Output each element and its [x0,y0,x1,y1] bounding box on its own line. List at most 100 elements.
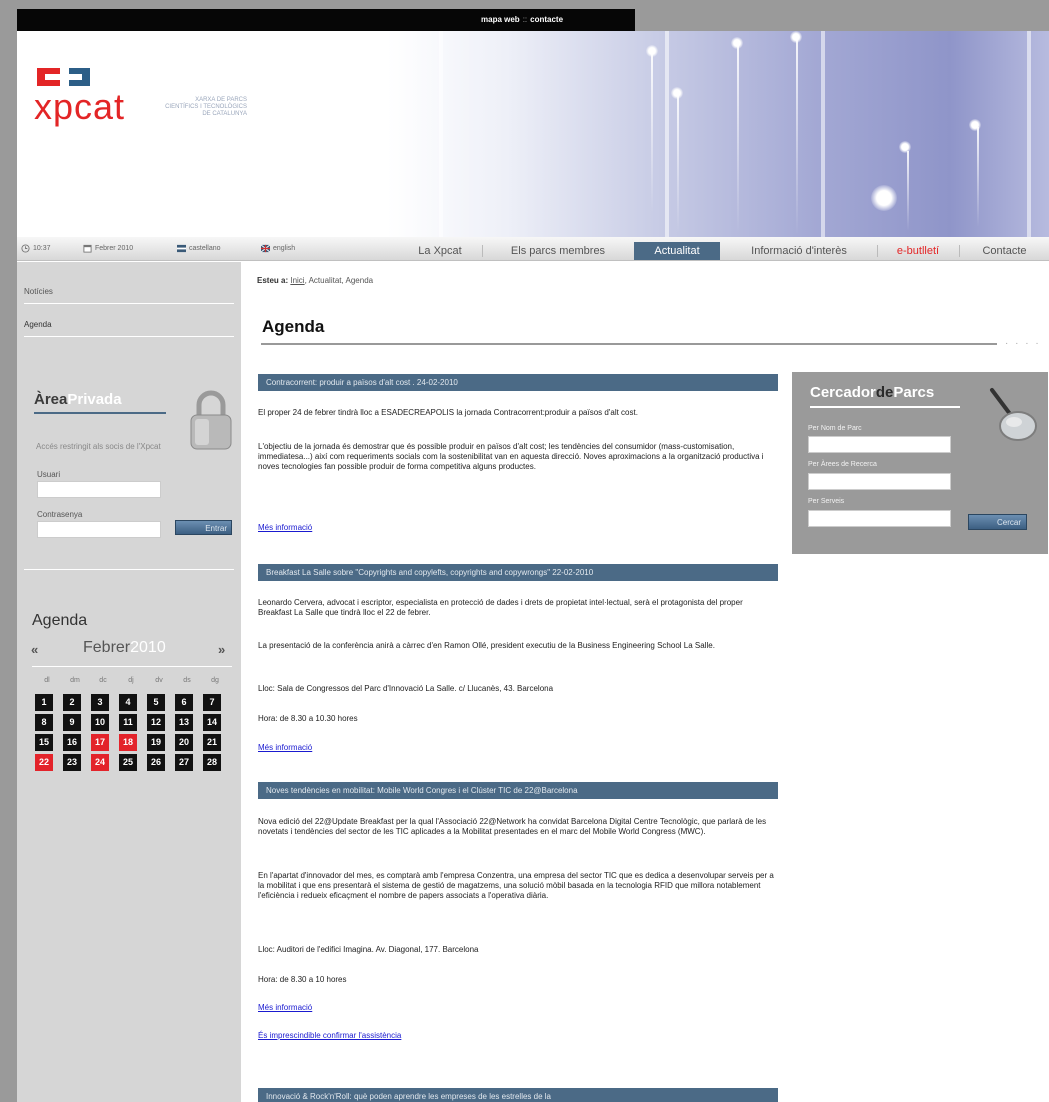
sidebar-item-agenda[interactable]: Agenda [24,320,234,337]
main-content: Esteu a: Inici, Actualitat, Agenda Agend… [241,262,1049,1102]
calendar-day[interactable]: 13 [175,714,193,731]
banner-fiber [907,151,909,231]
calendar-day[interactable]: 6 [175,694,193,711]
finder-name-input[interactable] [808,436,951,453]
banner-fiber [651,53,653,213]
event-paragraph: Leonardo Cervera, advocat i escriptor, e… [258,598,743,617]
calendar-day[interactable]: 2 [63,694,81,711]
event-title[interactable]: Breakfast La Salle sobre "Copyrights and… [258,564,778,581]
calendar-day[interactable]: 27 [175,754,193,771]
calendar-day[interactable]: 8 [35,714,53,731]
park-finder-title-a: Cercador [810,384,876,401]
current-time: 10:37 [33,245,51,252]
calendar-day[interactable]: 1 [35,694,53,711]
calendar-day[interactable]: 20 [175,734,193,751]
finder-research-label: Per Àrees de Recerca [808,461,877,468]
nav-informacio-interes[interactable]: Informació d'interès [721,242,877,260]
calendar-day[interactable]: 21 [203,734,221,751]
calendar-weekday: dj [128,677,134,684]
event-more-info-link[interactable]: Més informació [258,743,312,752]
private-area-title: ÀreaPrivada [34,391,122,408]
magnifier-icon [990,388,1037,441]
event-paragraph: Nova edició del 22@Update Breakfast per … [258,817,767,836]
event-title[interactable]: Contracorrent: produir a països d'alt co… [258,374,778,391]
calendar-day[interactable]: 15 [35,734,53,751]
calendar-day[interactable]: 24 [91,754,109,771]
page-title: Agenda [262,317,325,336]
calendar-day[interactable]: 16 [63,734,81,751]
user-input[interactable] [37,481,161,498]
calendar-day[interactable]: 14 [203,714,221,731]
nav-la-xpcat[interactable]: La Xpcat [399,242,481,260]
event-title[interactable]: Noves tendències en mobilitat: Mobile Wo… [258,782,778,799]
calendar-day[interactable]: 19 [147,734,165,751]
calendar-day[interactable]: 26 [147,754,165,771]
sitemap-link[interactable]: mapa web [481,15,520,24]
password-label: Contrasenya [37,510,83,519]
enter-button[interactable]: Entrar [175,520,232,535]
calendar-weekday: dv [155,677,163,684]
park-finder-title-b: de [875,384,894,401]
logo-tagline-line: DE CATALUNYA [202,111,247,117]
contact-top-link[interactable]: contacte [530,15,563,24]
calendar-day[interactable]: 3 [91,694,109,711]
nav-e-butlleti[interactable]: e-butlletí [878,242,958,260]
calendar-month-name: Febrer [83,639,131,656]
calendar-day[interactable]: 9 [63,714,81,731]
calendar-day[interactable]: 28 [203,754,221,771]
finder-research-input[interactable] [808,473,951,490]
sidebar-divider [24,569,234,570]
logo-text[interactable]: xpcat [34,86,125,128]
clock-icon [21,244,30,253]
calendar-day[interactable]: 11 [119,714,137,731]
title-underline [261,343,997,345]
calendar-day[interactable]: 12 [147,714,165,731]
nav-actualitat[interactable]: Actualitat [634,242,720,260]
calendar-day[interactable]: 4 [119,694,137,711]
calendar-day[interactable]: 23 [63,754,81,771]
event-paragraph: La presentació de la conferència anirà a… [258,641,715,650]
top-links-separator: :: [522,15,528,24]
top-bar-filler [635,9,1049,31]
event-paragraph: Hora: de 8.30 a 10.30 hores [258,714,358,723]
finder-services-label: Per Serveis [808,498,845,505]
calendar-day[interactable]: 18 [119,734,137,751]
language-castellano[interactable]: castellano [177,244,221,253]
finder-name-label: Per Nom de Parc [808,425,862,432]
event-title[interactable]: Innovació & Rock'n'Roll: què poden apren… [258,1088,778,1102]
event-more-info-link[interactable]: Més informació [258,1003,312,1012]
banner-fiber [796,35,798,235]
calendar-grid: 1 2 3 4 5 6 7 8 9 10 11 12 13 14 15 16 17 18 19 20 21 22 23 24 2… [33,694,229,771]
password-input[interactable] [37,521,161,538]
calendar-day[interactable]: 10 [91,714,109,731]
calendar-next-button[interactable]: » [218,642,225,657]
banner-frame [665,31,669,237]
nav-contacte[interactable]: Contacte [960,242,1049,260]
calendar-day[interactable]: 7 [203,694,221,711]
clock: 10:37 [21,244,51,253]
logo-mark-blue [69,68,90,86]
calendar-prev-button[interactable]: « [31,642,38,657]
language-english[interactable]: english [261,244,295,253]
event-paragraph: Hora: de 8.30 a 10 hores [258,975,347,984]
breadcrumb-home-link[interactable]: Inici [290,276,304,285]
banner-fiber [977,127,979,227]
search-button[interactable]: Cercar [968,514,1027,530]
calendar-day[interactable]: 5 [147,694,165,711]
calendar-weekday: dg [211,677,219,684]
calendar-year: 2010 [130,639,166,656]
event-more-info-link[interactable]: Més informació [258,523,312,532]
header: xpcat XARXA DE PARCS CIENTÍFICS I TECNOL… [17,31,1049,237]
banner-light [731,37,743,49]
flag-en-icon [261,244,270,253]
top-links: mapa web:: contacte [481,15,563,24]
padlock-icon [190,390,232,450]
event-paragraph: Lloc: Sala de Congressos del Parc d'Inno… [258,684,554,693]
calendar-day[interactable]: 22 [35,754,53,771]
calendar-day[interactable]: 25 [119,754,137,771]
calendar-day[interactable]: 17 [91,734,109,751]
finder-services-input[interactable] [808,510,951,527]
nav-parcs-membres[interactable]: Els parcs membres [483,242,633,260]
sidebar-item-noticies[interactable]: Notícies [24,287,234,304]
event-confirm-link[interactable]: És imprescindible confirmar l'assistènci… [258,1031,401,1040]
